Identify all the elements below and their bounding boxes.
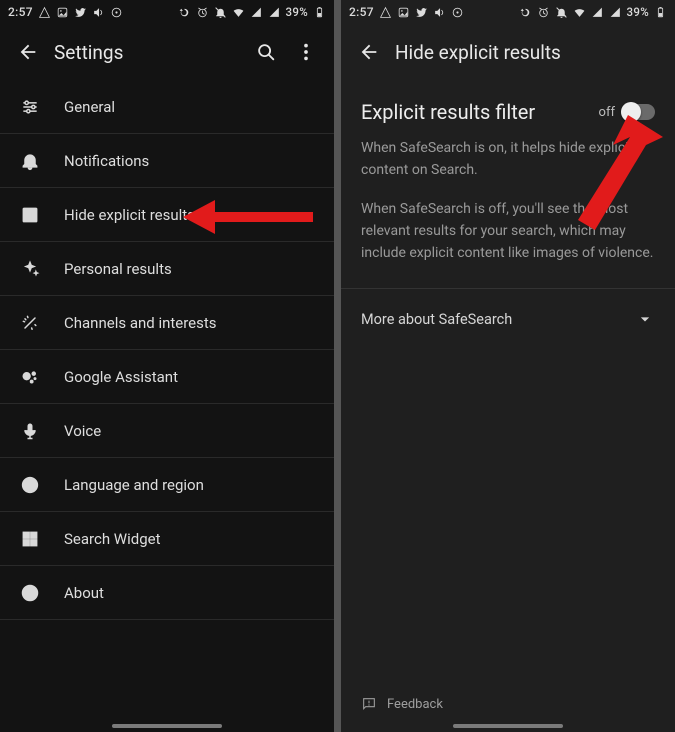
cloud-icon [379, 6, 392, 19]
sliders-icon [18, 95, 42, 119]
row-general[interactable]: General [0, 80, 334, 134]
row-label: Google Assistant [64, 368, 316, 386]
battery-text: 39% [286, 5, 308, 19]
refresh-icon [519, 6, 532, 19]
section-title: Explicit results filter [361, 100, 535, 124]
signal-1-icon [250, 6, 263, 19]
row-label: Channels and interests [64, 314, 316, 332]
explicit-filter-section: Explicit results filter off When SafeSea… [341, 80, 675, 289]
feedback-label: Feedback [387, 697, 443, 712]
safesearch-off-description: When SafeSearch is off, you'll see the m… [361, 199, 655, 264]
page-title: Hide explicit results [395, 41, 667, 64]
expander-label: More about SafeSearch [361, 311, 512, 328]
dots-vertical-icon [295, 41, 317, 63]
overflow-button[interactable] [286, 32, 326, 72]
safesearch-on-description: When SafeSearch is on, it helps hide exp… [361, 138, 655, 181]
nav-hint-bar [453, 724, 563, 728]
bell-icon [18, 149, 42, 173]
toggle-knob-icon [621, 102, 641, 122]
sparkle-icon [18, 257, 42, 281]
feedback-button[interactable]: Feedback [361, 696, 443, 712]
dnd-icon [555, 6, 568, 19]
battery-icon [313, 6, 326, 19]
refresh-icon [178, 6, 191, 19]
signal-1-icon [591, 6, 604, 19]
battery-text: 39% [627, 5, 649, 19]
clock-text: 2:57 [8, 5, 33, 19]
row-label: Personal results [64, 260, 316, 278]
target-icon [110, 6, 123, 19]
row-search-widget[interactable]: Search Widget [0, 512, 334, 566]
app-bar: Settings [0, 24, 334, 80]
search-button[interactable] [246, 32, 286, 72]
widget-icon [18, 527, 42, 551]
row-label: About [64, 584, 316, 602]
target-icon [451, 6, 464, 19]
phone-settings-screen: 2:57 39% Settings [0, 0, 334, 732]
row-language-region[interactable]: Language and region [0, 458, 334, 512]
battery-icon [654, 6, 667, 19]
dnd-icon [214, 6, 227, 19]
twitter-icon [415, 6, 428, 19]
alarm-icon [196, 6, 209, 19]
row-label: General [64, 98, 316, 116]
row-notifications[interactable]: Notifications [0, 134, 334, 188]
toggle-state-label: off [599, 105, 615, 120]
explicit-toggle-wrap: off [599, 104, 655, 120]
photos-icon [56, 6, 69, 19]
cloud-icon [38, 6, 51, 19]
nav-hint-bar [112, 724, 222, 728]
row-about[interactable]: About [0, 566, 334, 620]
settings-list: General Notifications Hide explicit resu… [0, 80, 334, 620]
phone-explicit-screen: 2:57 39% Hide explicit [341, 0, 675, 732]
info-icon [18, 581, 42, 605]
app-bar: Hide explicit results [341, 24, 675, 80]
signal-2-icon [609, 6, 622, 19]
photos-icon [397, 6, 410, 19]
row-personal-results[interactable]: Personal results [0, 242, 334, 296]
page-title: Settings [54, 41, 246, 64]
assistant-icon [18, 365, 42, 389]
row-label: Hide explicit results [64, 206, 316, 224]
mic-icon [18, 419, 42, 443]
wifi-icon [573, 6, 586, 19]
row-hide-explicit[interactable]: Hide explicit results [0, 188, 334, 242]
twitter-icon [74, 6, 87, 19]
back-button[interactable] [8, 32, 48, 72]
wifi-icon [232, 6, 245, 19]
search-icon [255, 41, 277, 63]
volume-icon [433, 6, 446, 19]
globe-icon [18, 473, 42, 497]
explicit-toggle[interactable] [621, 104, 655, 120]
row-label: Voice [64, 422, 316, 440]
row-google-assistant[interactable]: Google Assistant [0, 350, 334, 404]
signal-2-icon [268, 6, 281, 19]
arrow-left-icon [17, 41, 39, 63]
row-label: Language and region [64, 476, 316, 494]
row-label: Notifications [64, 152, 316, 170]
arrow-left-icon [358, 41, 380, 63]
wand-icon [18, 311, 42, 335]
row-label: Search Widget [64, 530, 316, 548]
clock-text: 2:57 [349, 5, 374, 19]
volume-icon [92, 6, 105, 19]
explicit-box-icon [18, 203, 42, 227]
status-bar: 2:57 39% [341, 0, 675, 24]
chevron-down-icon [635, 309, 655, 329]
feedback-icon [361, 696, 377, 712]
more-about-safesearch[interactable]: More about SafeSearch [341, 289, 675, 349]
status-bar: 2:57 39% [0, 0, 334, 24]
alarm-icon [537, 6, 550, 19]
row-voice[interactable]: Voice [0, 404, 334, 458]
back-button[interactable] [349, 32, 389, 72]
row-channels[interactable]: Channels and interests [0, 296, 334, 350]
